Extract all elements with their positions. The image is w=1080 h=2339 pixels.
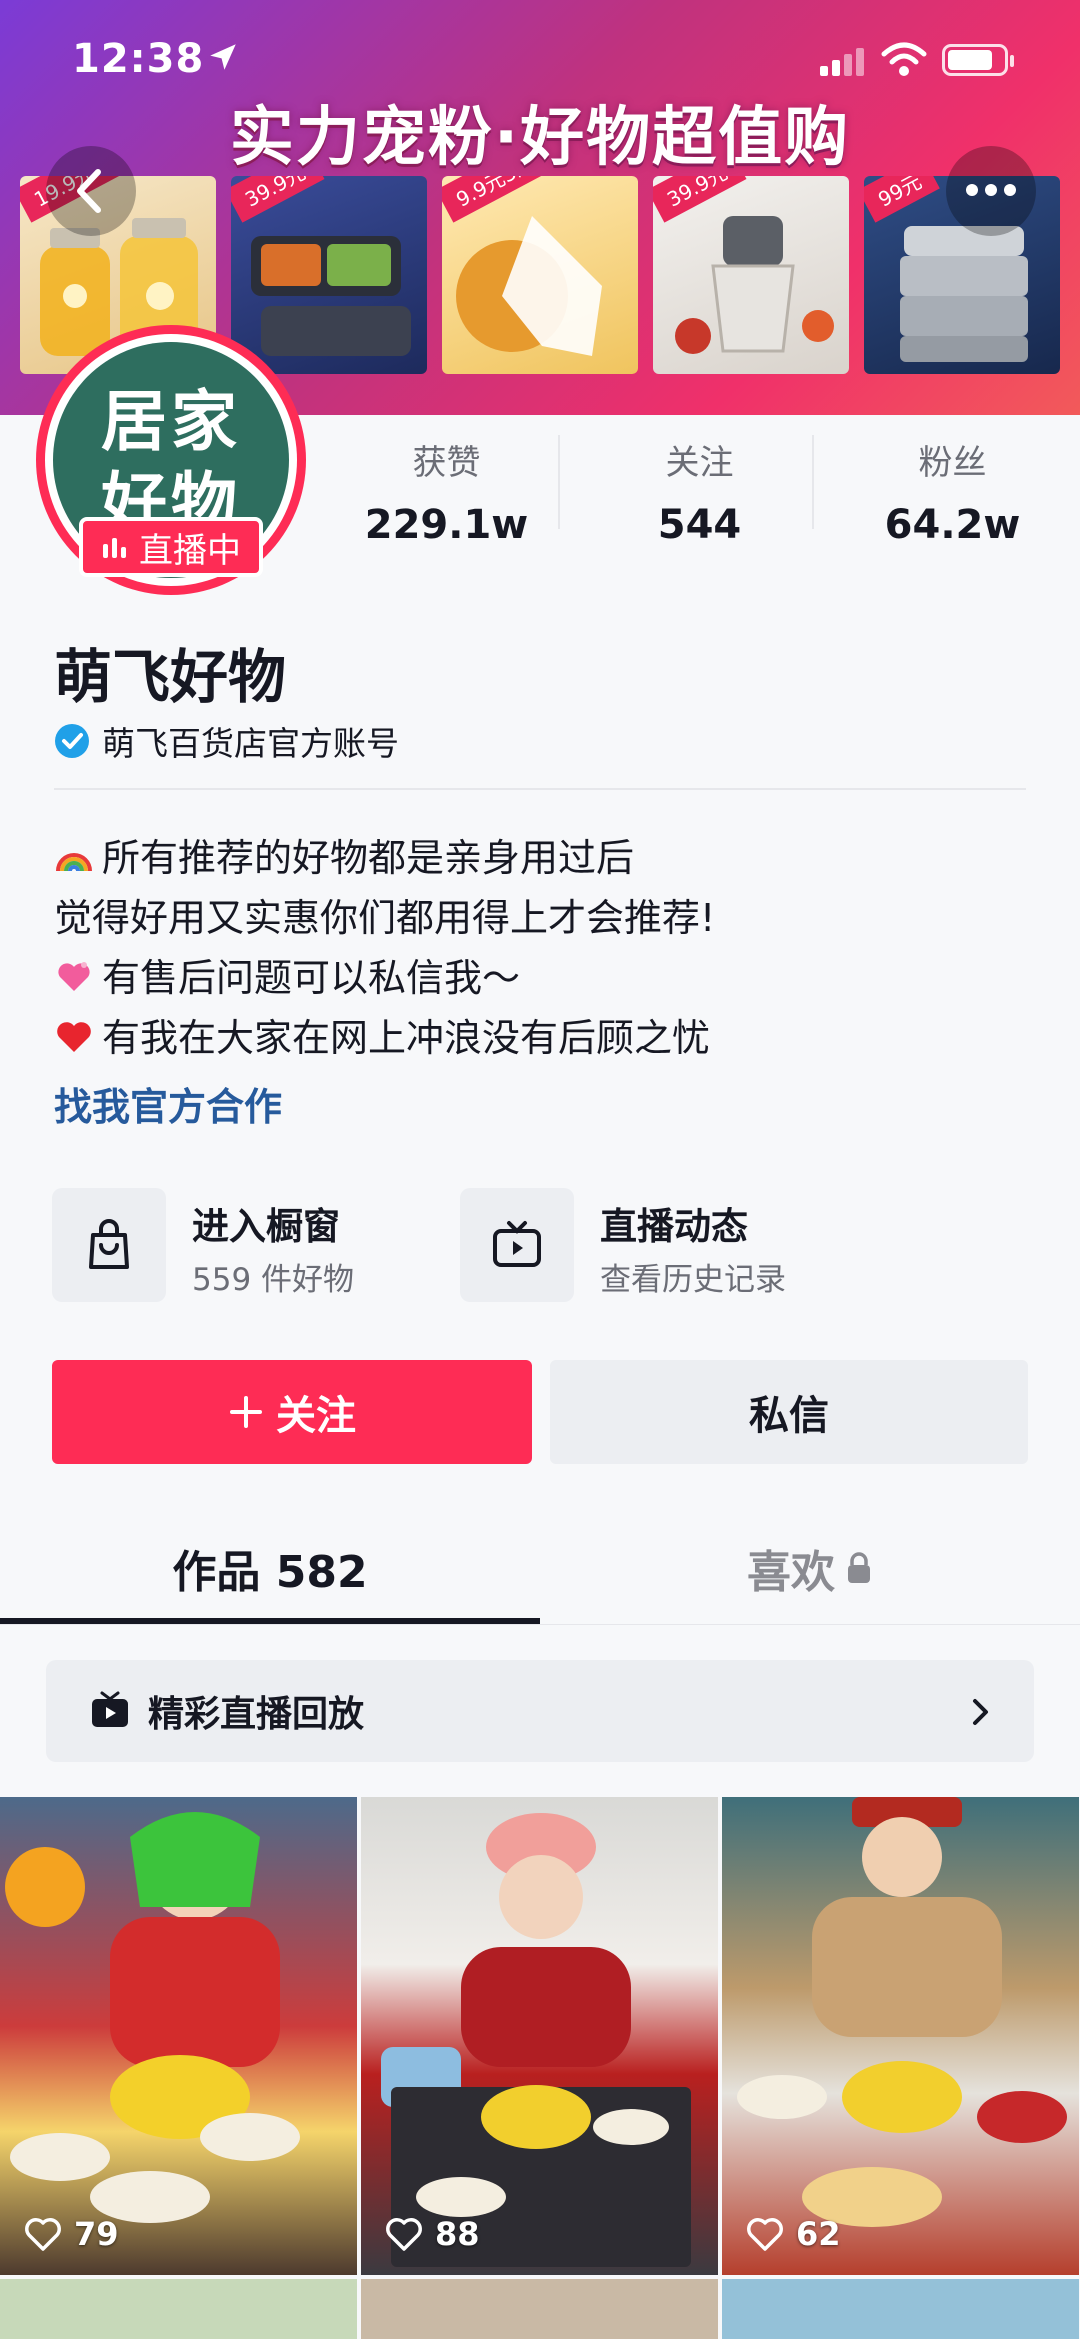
video-likes-count: 79 (74, 2215, 119, 2253)
bio-text: 所有推荐的好物都是亲身用过后 (102, 836, 635, 880)
tab-likes[interactable]: 喜欢 (540, 1510, 1080, 1626)
cellular-signal-icon (820, 48, 864, 76)
content-tabs: 作品 582 喜欢 (0, 1510, 1080, 1626)
lock-icon (848, 1552, 870, 1583)
tab-likes-label: 喜欢 (747, 1547, 835, 1598)
more-options-button[interactable] (946, 146, 1036, 236)
location-arrow-icon (210, 44, 236, 70)
tv-play-icon (493, 1221, 541, 1267)
video-thumbnail[interactable] (361, 2279, 718, 2339)
battery-icon (942, 44, 1014, 76)
profile-name: 萌飞好物 (54, 643, 287, 711)
tab-works-label: 作品 582 (172, 1547, 368, 1598)
card-title: 直播动态 (600, 1205, 748, 1248)
card-title: 进入橱窗 (192, 1205, 340, 1248)
status-time: 12:38 (72, 36, 205, 82)
chevron-right-icon (973, 1699, 988, 1725)
verified-account: 萌飞百货店官方账号 (54, 720, 399, 763)
video-likes-count: 62 (796, 2215, 841, 2253)
banner-product-image[interactable]: 9.9元3双 (442, 176, 638, 374)
cooperation-link[interactable]: 找我官方合作 (54, 1076, 282, 1131)
heart-outline-icon (386, 2218, 422, 2251)
live-replay-label: 精彩直播回放 (148, 1694, 365, 1735)
stat-label: 粉丝 (918, 443, 987, 483)
stat-divider (812, 435, 814, 529)
card-icon-box (52, 1188, 166, 1302)
verified-text: 萌飞百货店官方账号 (102, 724, 399, 763)
card-subtitle: 查看历史记录 (600, 1262, 786, 1298)
tabs-divider (0, 1624, 1080, 1625)
verified-check-icon (55, 724, 89, 758)
chevron-left-icon (77, 169, 101, 213)
video-cover-art (5, 1812, 300, 2223)
video-cover-art (381, 1813, 691, 2267)
bio-line: 觉得好用又实惠你们都用得上才会推荐! (54, 888, 1034, 948)
banner-product-image[interactable]: 39.9元 (653, 176, 849, 374)
shopping-bag-icon (89, 1219, 129, 1269)
sparkling-heart-icon (58, 962, 90, 991)
avatar-text-line1: 居家 (101, 382, 241, 460)
video-grid: 79 88 62 (0, 1797, 1080, 2339)
video-thumbnail[interactable]: 62 (722, 1797, 1079, 2275)
live-bars-icon (103, 538, 126, 558)
follow-button-label: 关注 (276, 1393, 356, 1439)
back-button[interactable] (46, 146, 136, 236)
video-likes: 62 (746, 2215, 841, 2253)
bio-line: 所有推荐的好物都是亲身用过后 (54, 828, 1034, 888)
profile-bio: 所有推荐的好物都是亲身用过后 觉得好用又实惠你们都用得上才会推荐! 有售后问题可… (54, 828, 1034, 1068)
wifi-icon (881, 42, 927, 76)
stat-label: 关注 (665, 443, 734, 483)
bio-line: 有售后问题可以私信我～ (54, 948, 1034, 1008)
bio-text: 觉得好用又实惠你们都用得上才会推荐! (54, 896, 716, 940)
profile-stats: 获赞 229.1w 关注 544 粉丝 64.2w (320, 425, 1080, 565)
plus-icon (230, 1396, 262, 1428)
message-button[interactable]: 私信 (550, 1360, 1028, 1464)
rainbow-icon (56, 853, 92, 872)
stat-divider (558, 435, 560, 529)
live-badge[interactable]: 直播中 (79, 517, 263, 577)
video-likes: 79 (24, 2215, 119, 2253)
video-thumbnail[interactable]: 88 (361, 1797, 718, 2275)
bio-text: 有售后问题可以私信我～ (102, 956, 521, 1000)
live-replay-bar[interactable]: 精彩直播回放 (46, 1660, 1034, 1762)
divider (54, 788, 1026, 790)
avatar[interactable]: 居家 好物 直播中 (36, 325, 306, 595)
tab-works[interactable]: 作品 582 (0, 1510, 540, 1626)
stat-likes-received[interactable]: 获赞 229.1w (320, 425, 573, 565)
message-button-label: 私信 (749, 1393, 829, 1439)
storefront-card[interactable]: 进入橱窗 559 件好物 (52, 1188, 442, 1302)
live-badge-label: 直播中 (139, 530, 241, 571)
red-heart-icon (57, 1022, 91, 1052)
bio-text: 有我在大家在网上冲浪没有后顾之忧 (102, 1016, 711, 1060)
stat-value: 64.2w (884, 502, 1021, 548)
stat-value: 544 (657, 502, 742, 548)
video-likes-count: 88 (435, 2215, 480, 2253)
stat-value: 229.1w (364, 502, 529, 548)
video-thumbnail[interactable] (722, 2279, 1079, 2339)
tv-icon (92, 1691, 128, 1727)
stat-followers[interactable]: 粉丝 64.2w (826, 425, 1079, 565)
stat-label: 获赞 (412, 443, 481, 483)
video-thumbnail[interactable] (0, 2279, 357, 2339)
bio-line: 有我在大家在网上冲浪没有后顾之忧 (54, 1008, 1034, 1068)
video-likes: 88 (385, 2215, 480, 2253)
follow-button[interactable]: 关注 (52, 1360, 532, 1464)
video-thumbnail[interactable]: 79 (0, 1797, 357, 2275)
heart-outline-icon (747, 2218, 783, 2251)
heart-outline-icon (25, 2218, 61, 2251)
card-subtitle: 559 件好物 (192, 1262, 355, 1298)
more-dots-icon (966, 184, 1016, 196)
profile-cards: 进入橱窗 559 件好物 直播动态 查看历史记录 (52, 1188, 1032, 1302)
banner-slogan: 实力宠粉·好物超值购 (229, 101, 851, 175)
video-cover-art (737, 1797, 1067, 2227)
stat-following[interactable]: 关注 544 (573, 425, 826, 565)
card-icon-box (460, 1188, 574, 1302)
live-history-card[interactable]: 直播动态 查看历史记录 (460, 1188, 860, 1302)
